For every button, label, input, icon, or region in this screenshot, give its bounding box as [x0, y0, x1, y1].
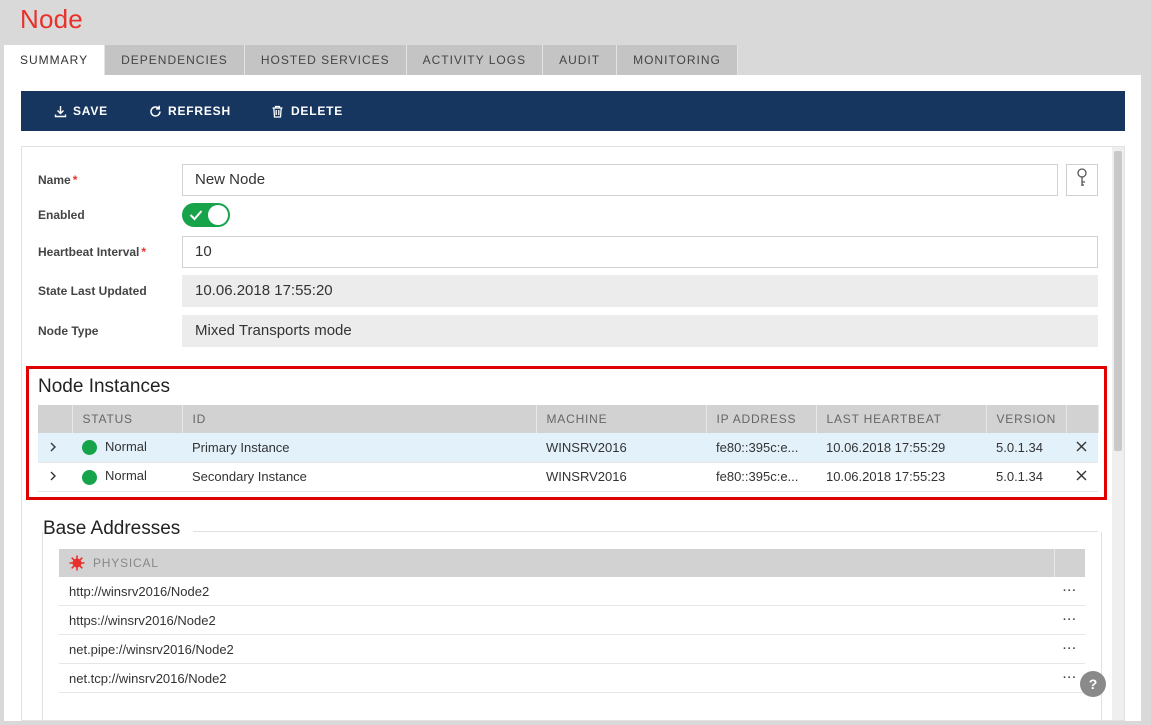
enabled-row: Enabled — [38, 203, 1098, 227]
status-cell: Normal — [72, 433, 182, 463]
status-dot-icon — [82, 469, 97, 485]
tab-summary[interactable]: SUMMARY — [4, 45, 106, 75]
scrollbar-thumb[interactable] — [1114, 151, 1122, 451]
base-addresses-grid: PHYSICAL http://winsrv2016/Node2 ··· htt… — [59, 549, 1085, 693]
column-status[interactable]: STATUS — [72, 405, 183, 433]
toggle-knob — [208, 205, 228, 225]
node-instances-title: Node Instances — [38, 376, 171, 397]
heartbeat-row: Heartbeat Interval * 10 — [38, 236, 1098, 268]
page-title: Node — [20, 4, 83, 34]
address-text: net.tcp://winsrv2016/Node2 — [69, 670, 227, 686]
list-item[interactable]: https://winsrv2016/Node2 ··· — [59, 606, 1085, 635]
toolbar: SAVE REFRESH DELETE — [21, 91, 1125, 131]
refresh-label: REFRESH — [168, 104, 231, 118]
ip-cell: fe80::395c:e... — [706, 462, 816, 492]
table-row[interactable]: Normal Secondary Instance WINSRV2016 fe8… — [38, 462, 1098, 492]
refresh-button[interactable]: REFRESH — [148, 104, 231, 118]
node-type-row: Node Type Mixed Transports mode — [38, 315, 1098, 347]
name-row: Name * New Node — [38, 164, 1098, 196]
status-dot-icon — [82, 440, 97, 456]
addresses-header: PHYSICAL — [59, 549, 1085, 577]
id-cell: Primary Instance — [182, 433, 536, 463]
expand-button[interactable] — [38, 462, 72, 492]
node-instances-table: STATUS ID MACHINE IP ADDRESS LAST HEARTB… — [38, 405, 1099, 492]
summary-form: Name * New Node Enabled Heartbeat Interva… — [21, 146, 1125, 721]
physical-column[interactable]: PHYSICAL — [59, 549, 1055, 577]
download-icon — [53, 104, 67, 118]
tab-bar: SUMMARY DEPENDENCIES HOSTED SERVICES ACT… — [4, 45, 738, 75]
chevron-right-icon — [50, 471, 56, 481]
list-item[interactable]: net.tcp://winsrv2016/Node2 ··· — [59, 664, 1085, 693]
name-label: Name * — [38, 173, 78, 187]
chevron-right-icon — [50, 442, 56, 452]
node-type-label: Node Type — [38, 324, 99, 338]
delete-label: DELETE — [290, 104, 344, 118]
state-last-updated-row: State Last Updated 10.06.2018 17:55:20 — [38, 275, 1098, 307]
address-text: http://winsrv2016/Node2 — [69, 583, 210, 599]
tab-hosted-services[interactable]: HOSTED SERVICES — [244, 45, 407, 75]
last-heartbeat-cell: 10.06.2018 17:55:29 — [816, 433, 986, 463]
save-button[interactable]: SAVE — [53, 104, 108, 118]
table-row[interactable]: Normal Primary Instance WINSRV2016 fe80:… — [38, 433, 1098, 463]
last-heartbeat-cell: 10.06.2018 17:55:23 — [816, 462, 986, 492]
heartbeat-label: Heartbeat Interval * — [38, 245, 147, 259]
vertical-scrollbar[interactable] — [1112, 147, 1124, 720]
column-ip-address[interactable]: IP ADDRESS — [706, 405, 817, 433]
table-header: STATUS ID MACHINE IP ADDRESS LAST HEARTB… — [38, 405, 1099, 433]
column-last-heartbeat[interactable]: LAST HEARTBEAT — [816, 405, 987, 433]
machine-cell: WINSRV2016 — [536, 433, 706, 463]
close-icon — [1076, 441, 1087, 452]
check-icon — [189, 208, 203, 226]
delete-button[interactable]: DELETE — [271, 104, 343, 118]
remove-button[interactable] — [1066, 462, 1098, 492]
key-button[interactable] — [1066, 164, 1098, 196]
address-text: https://winsrv2016/Node2 — [69, 612, 216, 628]
column-version[interactable]: VERSION — [986, 405, 1067, 433]
state-last-updated-label: State Last Updated — [38, 284, 147, 298]
enabled-label: Enabled — [38, 208, 85, 222]
close-icon — [1076, 470, 1087, 481]
list-item[interactable]: net.pipe://winsrv2016/Node2 ··· — [59, 635, 1085, 664]
error-icon — [69, 555, 85, 571]
column-machine[interactable]: MACHINE — [536, 405, 707, 433]
node-type-field: Mixed Transports mode — [182, 315, 1098, 347]
expand-button[interactable] — [38, 433, 72, 463]
version-cell: 5.0.1.34 — [986, 462, 1066, 492]
enabled-toggle[interactable] — [182, 203, 230, 227]
heartbeat-field[interactable]: 10 — [182, 236, 1098, 268]
state-last-updated-field: 10.06.2018 17:55:20 — [182, 275, 1098, 307]
tab-audit[interactable]: AUDIT — [543, 45, 618, 75]
remove-button[interactable] — [1066, 433, 1098, 463]
tab-dependencies[interactable]: DEPENDENCIES — [105, 45, 245, 75]
node-instances-section: Node Instances STATUS ID MACHINE IP ADDR… — [26, 366, 1107, 500]
name-field[interactable]: New Node — [182, 164, 1058, 196]
help-button[interactable]: ? — [1080, 671, 1106, 697]
address-text: net.pipe://winsrv2016/Node2 — [69, 641, 234, 657]
save-label: SAVE — [73, 104, 108, 118]
refresh-icon — [148, 104, 162, 118]
column-id[interactable]: ID — [182, 405, 537, 433]
more-button[interactable]: ··· — [1055, 585, 1085, 597]
ip-cell: fe80::395c:e... — [706, 433, 816, 463]
status-cell: Normal — [72, 462, 182, 492]
machine-cell: WINSRV2016 — [536, 462, 706, 492]
column-expand — [38, 405, 73, 433]
more-button[interactable]: ··· — [1055, 614, 1085, 626]
tab-activity-logs[interactable]: ACTIVITY LOGS — [406, 45, 544, 75]
id-cell: Secondary Instance — [182, 462, 536, 492]
tab-monitoring[interactable]: MONITORING — [617, 45, 738, 75]
version-cell: 5.0.1.34 — [986, 433, 1066, 463]
trash-icon — [271, 104, 285, 118]
list-item[interactable]: http://winsrv2016/Node2 ··· — [59, 577, 1085, 606]
more-button[interactable]: ··· — [1055, 643, 1085, 655]
column-actions — [1066, 405, 1099, 433]
content-panel: SAVE REFRESH DELETE Name * New Node Enab… — [4, 75, 1141, 721]
key-icon — [1075, 167, 1089, 193]
